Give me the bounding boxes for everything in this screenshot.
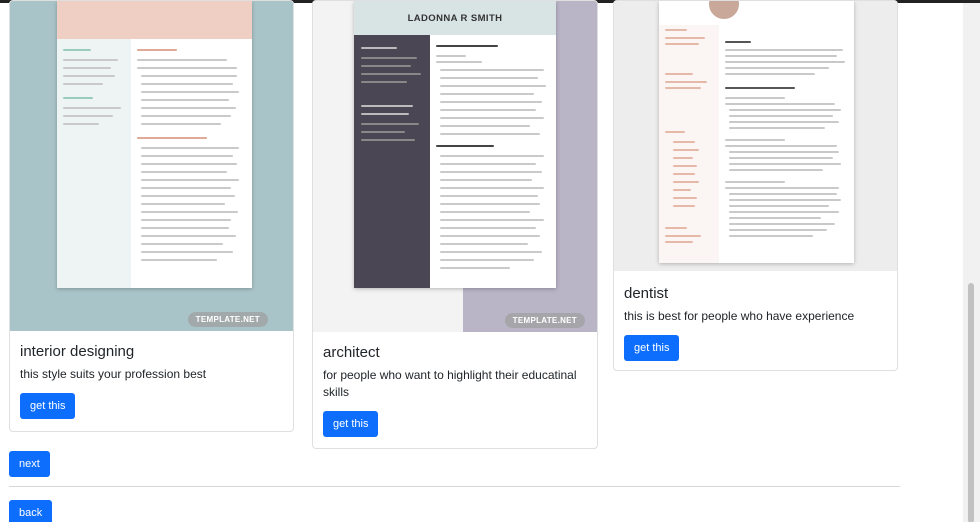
next-button[interactable]: next bbox=[9, 451, 50, 477]
resume-thumbnail: LADONNA R SMITH bbox=[354, 1, 556, 288]
get-this-button[interactable]: get this bbox=[624, 335, 680, 361]
get-this-button[interactable]: get this bbox=[20, 393, 76, 419]
template-card-interior-designing: TEMPLATE.NET interior designing this sty… bbox=[9, 0, 294, 432]
card-title: architect bbox=[323, 344, 380, 361]
resume-name: LADONNA R SMITH bbox=[407, 13, 503, 24]
get-this-button[interactable]: get this bbox=[323, 411, 379, 437]
template-card-architect: LADONNA R SMITH TEMPLATE.NET architect f… bbox=[312, 0, 598, 449]
template-net-badge: TEMPLATE.NET bbox=[504, 313, 585, 328]
template-preview[interactable] bbox=[614, 1, 897, 271]
card-description: this style suits your profession best bbox=[20, 367, 207, 381]
section-divider bbox=[9, 486, 900, 487]
resume-thumbnail bbox=[57, 1, 252, 288]
vertical-scrollbar[interactable] bbox=[963, 3, 980, 522]
profile-photo bbox=[707, 1, 741, 21]
template-card-dentist: dentist this is best for people who have… bbox=[613, 0, 898, 371]
back-button[interactable]: back bbox=[9, 500, 53, 522]
card-description: this is best for people who have experie… bbox=[624, 309, 855, 323]
scrollbar-thumb[interactable] bbox=[968, 283, 974, 522]
template-preview[interactable]: TEMPLATE.NET bbox=[10, 1, 293, 331]
resume-thumbnail bbox=[659, 1, 854, 263]
template-preview[interactable]: LADONNA R SMITH TEMPLATE.NET bbox=[313, 1, 597, 332]
card-title: dentist bbox=[624, 285, 669, 302]
card-description: for people who want to highlight their e… bbox=[323, 368, 577, 399]
template-net-badge: TEMPLATE.NET bbox=[187, 312, 268, 327]
card-title: interior designing bbox=[20, 343, 135, 360]
